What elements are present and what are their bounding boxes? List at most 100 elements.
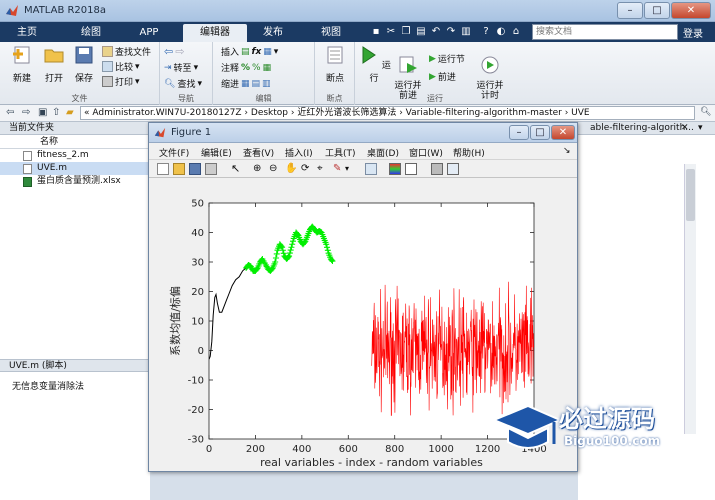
new-button[interactable]: 新建	[6, 45, 38, 84]
x-tick-label: 200	[246, 444, 265, 455]
save-button[interactable]: 保存	[68, 45, 100, 84]
decrease-indent-icon[interactable]: ▥	[262, 79, 271, 89]
panel-options-icon[interactable]: ▾	[698, 122, 703, 135]
file-item[interactable]: 蛋白质含量预测.xlsx	[0, 175, 150, 188]
menu-dock-icon[interactable]: ↘	[563, 146, 571, 156]
figure-close-button[interactable]: ✕	[551, 125, 575, 140]
close-button[interactable]: ✕	[671, 2, 711, 19]
menu-desktop[interactable]: 桌面(D)	[367, 146, 399, 159]
open-button[interactable]: 打开	[38, 45, 70, 84]
quick-cut-icon[interactable]: ✂	[385, 26, 397, 38]
x-tick-label: 800	[385, 444, 404, 455]
search-documentation-input[interactable]: 搜索文档	[532, 24, 678, 40]
increase-indent-icon[interactable]: ▤	[252, 79, 261, 89]
insert-function-icon[interactable]: ▦	[263, 47, 272, 57]
tab-plots[interactable]: 绘图	[66, 24, 116, 42]
folder-up-icon[interactable]: ⇧	[52, 107, 60, 118]
back-forward-buttons[interactable]: ⇦ ⇨	[164, 45, 184, 58]
rotate-3d-icon[interactable]: ⟳	[301, 163, 313, 175]
undo-icon[interactable]: ↶	[430, 26, 442, 38]
folder-path-field[interactable]: « Administrator.WIN7U-20180127Z › Deskto…	[80, 106, 695, 120]
edit-plot-icon[interactable]: ↖	[231, 163, 243, 175]
comment-icon[interactable]: %	[241, 63, 250, 73]
print-button[interactable]: 打印 ▾	[102, 75, 140, 88]
hide-plot-tools-icon[interactable]	[431, 163, 443, 175]
back-arrow-icon[interactable]: ⇦	[164, 45, 173, 58]
figure-toolbar: ↖ ⊕ ⊖ ✋ ⟳ ⌖ ✎ ▾	[149, 159, 577, 178]
forward-arrow-icon[interactable]: ⇨	[175, 45, 184, 58]
smart-indent-icon[interactable]: ▦	[241, 79, 250, 89]
legend-icon[interactable]	[405, 163, 417, 175]
advance-button[interactable]: ▶ 前进	[429, 70, 456, 84]
file-item[interactable]: fitness_2.m	[0, 149, 150, 162]
pan-icon[interactable]: ✋	[285, 163, 297, 175]
minimize-button[interactable]: –	[617, 2, 643, 19]
figure-maximize-button[interactable]: □	[530, 125, 550, 140]
back-icon[interactable]: ⇦	[6, 107, 14, 118]
show-plot-tools-icon[interactable]	[447, 163, 459, 175]
maximize-button[interactable]: □	[644, 2, 670, 19]
find-button[interactable]: 🔍︎ 查找 ▾	[164, 77, 202, 91]
community-icon[interactable]: ◐	[495, 26, 507, 38]
file-item[interactable]: UVE.m	[0, 162, 150, 175]
up-folder-icon[interactable]: ▣	[38, 107, 47, 118]
fx-icon[interactable]: fx	[252, 47, 262, 57]
editor-tab[interactable]: able-filtering-algorith... ✕ ▾	[578, 122, 715, 135]
breakpoints-button[interactable]: 断点	[319, 45, 351, 84]
quick-paste-icon[interactable]: ▤	[415, 26, 427, 38]
print-figure-icon[interactable]	[205, 163, 217, 175]
menu-file[interactable]: 文件(F)	[159, 146, 189, 159]
data-cursor-icon[interactable]: ⌖	[317, 163, 329, 175]
login-link[interactable]: 登录	[683, 25, 703, 40]
zoom-out-icon[interactable]: ⊖	[269, 163, 281, 175]
link-plot-icon[interactable]	[365, 163, 377, 175]
zoom-in-icon[interactable]: ⊕	[253, 163, 265, 175]
menu-edit[interactable]: 编辑(E)	[201, 146, 232, 159]
forward-icon[interactable]: ⇨	[22, 107, 30, 118]
close-tab-icon[interactable]: ✕	[681, 122, 689, 135]
menu-window[interactable]: 窗口(W)	[409, 146, 443, 159]
menu-tools[interactable]: 工具(T)	[325, 146, 356, 159]
tab-view[interactable]: 视图	[305, 24, 357, 42]
uncomment-icon[interactable]: %	[252, 63, 261, 73]
menu-view[interactable]: 查看(V)	[243, 146, 274, 159]
goto-icon: ⇥	[164, 62, 172, 73]
goto-button[interactable]: ⇥ 转至 ▾	[164, 61, 198, 75]
file-group: 新建 打开 保存 查找文件 比较 ▾ 打印 ▾ 文件	[0, 42, 160, 105]
wrap-comment-icon[interactable]: ▦	[263, 63, 272, 73]
support-icon[interactable]: ⌂	[510, 26, 522, 38]
figure-minimize-button[interactable]: –	[509, 125, 529, 140]
tab-apps[interactable]: APP	[124, 24, 174, 42]
help-icon[interactable]: ?	[480, 26, 492, 38]
tab-publish[interactable]: 发布	[248, 24, 298, 42]
find-files-button[interactable]: 查找文件	[102, 45, 151, 58]
menu-insert[interactable]: 插入(I)	[285, 146, 313, 159]
quick-copy-icon[interactable]: ❐	[400, 26, 412, 38]
insert-button[interactable]: 插入 ▤ fx ▦ ▾	[221, 45, 278, 59]
run-button[interactable]: 运行	[357, 45, 391, 84]
brush-dropdown-icon[interactable]: ▾	[345, 163, 357, 175]
switch-window-icon[interactable]: ▥	[460, 26, 472, 38]
open-file-icon[interactable]	[173, 163, 185, 175]
compare-button[interactable]: 比较 ▾	[102, 60, 140, 73]
tab-editor[interactable]: 编辑器	[183, 24, 247, 42]
redo-icon[interactable]: ↷	[445, 26, 457, 38]
browse-folder-icon[interactable]: ▰	[66, 107, 74, 118]
name-column-header[interactable]: 名称	[0, 135, 150, 149]
figure-title: Figure 1	[171, 127, 212, 138]
x-axis-label: real variables - index - random variable…	[260, 456, 483, 469]
save-figure-icon[interactable]	[189, 163, 201, 175]
quick-save-icon[interactable]: ▪	[370, 26, 382, 38]
y-tick-label: -10	[188, 376, 204, 387]
path-search-icon[interactable]: 🔍︎	[700, 107, 711, 117]
menu-help[interactable]: 帮助(H)	[453, 146, 485, 159]
comment-button[interactable]: 注释 % % ▦	[221, 61, 272, 75]
new-figure-icon[interactable]	[157, 163, 169, 175]
brush-icon[interactable]: ✎	[333, 163, 345, 175]
run-section-button[interactable]: ▶ 运行节	[429, 52, 465, 66]
editor-scrollbar[interactable]	[684, 164, 696, 434]
indent-button[interactable]: 缩进 ▦ ▤ ▥	[221, 77, 271, 91]
tab-home[interactable]: 主页	[6, 24, 48, 42]
watermark-url: Biguo100.com	[564, 434, 661, 448]
colorbar-icon[interactable]	[389, 163, 401, 175]
